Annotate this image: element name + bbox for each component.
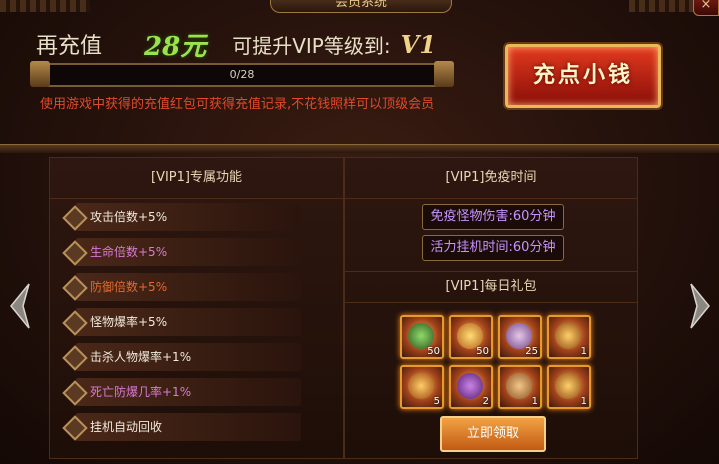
item-count: 50 — [427, 346, 440, 357]
progress-text: 0/28 — [229, 68, 255, 81]
immunity-title: [VIP1]免疫时间 — [345, 158, 637, 199]
upgrade-text: 可提升VIP等级到: — [232, 33, 391, 58]
crystal-cluster-icon[interactable]: 25 — [498, 315, 542, 359]
gold-ingot-icon[interactable]: 1 — [547, 315, 591, 359]
item-count: 1 — [531, 396, 538, 407]
feature-item: 击杀人物爆率+1% — [62, 343, 301, 371]
title-tab: 会员系统 — [270, 0, 452, 13]
claim-gift-button[interactable]: 立即领取 — [440, 416, 546, 452]
next-arrow-icon[interactable] — [689, 282, 711, 330]
item-count: 1 — [580, 346, 587, 357]
feature-item: 挂机自动回收 — [62, 413, 301, 441]
feature-label: 挂机自动回收 — [90, 420, 163, 434]
item-count: 5 — [433, 396, 440, 407]
daily-gift-title: [VIP1]每日礼包 — [345, 271, 637, 303]
section-divider — [0, 144, 719, 153]
immunity-monster-damage: 免疫怪物伤害:60分钟 — [422, 204, 564, 230]
recharge-prefix: 再充值 — [36, 34, 103, 59]
green-orb-icon[interactable]: 50 — [400, 315, 444, 359]
previous-arrow-icon[interactable] — [9, 282, 31, 330]
item-glyph — [408, 373, 434, 399]
header-ornament-left — [0, 0, 90, 12]
feature-label: 攻击倍数+5% — [90, 210, 168, 224]
vip-panel: 会员系统 × 再充值 28元 可提升VIP等级到: V1 0/28 使用游戏中获… — [0, 0, 719, 464]
recharge-line: 再充值 28元 可提升VIP等级到: V1 — [36, 27, 436, 62]
item-count: 1 — [580, 396, 587, 407]
item-count: 25 — [525, 346, 538, 357]
item-count: 2 — [482, 396, 489, 407]
progress-cap-right — [434, 61, 454, 87]
close-button[interactable]: × — [693, 0, 719, 16]
purple-scroll-icon[interactable]: 2 — [449, 365, 493, 409]
feature-item: 防御倍数+5% — [62, 273, 301, 301]
feature-label: 击杀人物爆率+1% — [90, 350, 192, 364]
target-vip-level: V1 — [400, 29, 436, 59]
item-count: 50 — [476, 346, 489, 357]
feature-label: 生命倍数+5% — [90, 245, 168, 259]
feature-label: 怪物爆率+5% — [90, 315, 168, 329]
recharge-progress-bar: 0/28 — [30, 61, 454, 87]
feature-item: 攻击倍数+5% — [62, 203, 301, 231]
exclusive-features-title: [VIP1]专属功能 — [50, 158, 343, 199]
recharge-button[interactable]: 充点小钱 — [505, 44, 661, 108]
feature-label: 死亡防爆几率+1% — [90, 385, 192, 399]
item-glyph — [506, 373, 532, 399]
treasure-bag-icon[interactable]: 1 — [498, 365, 542, 409]
feature-item: 怪物爆率+5% — [62, 308, 301, 336]
recharge-amount: 28元 — [144, 31, 207, 62]
gold-ingot-icon[interactable]: 1 — [547, 365, 591, 409]
feature-label: 防御倍数+5% — [90, 280, 168, 294]
exclusive-features-panel: [VIP1]专属功能 攻击倍数+5% 生命倍数+5% 防御倍数+5% 怪物爆率+… — [49, 157, 344, 459]
treasure-pot-icon[interactable]: 5 — [400, 365, 444, 409]
item-glyph — [457, 373, 483, 399]
item-glyph — [555, 323, 581, 349]
recharge-notice: 使用游戏中获得的充值红包可获得充值记录,不花钱照样可以顶级会员 — [40, 97, 435, 112]
immunity-idle-time: 活力挂机时间:60分钟 — [422, 235, 564, 261]
item-glyph — [555, 373, 581, 399]
gold-coin-icon[interactable]: 50 — [449, 315, 493, 359]
vip-rewards-panel: [VIP1]免疫时间 免疫怪物伤害:60分钟 活力挂机时间:60分钟 [VIP1… — [344, 157, 638, 459]
panel-title: 会员系统 — [334, 0, 387, 10]
feature-item: 死亡防爆几率+1% — [62, 378, 301, 406]
feature-item: 生命倍数+5% — [62, 238, 301, 266]
